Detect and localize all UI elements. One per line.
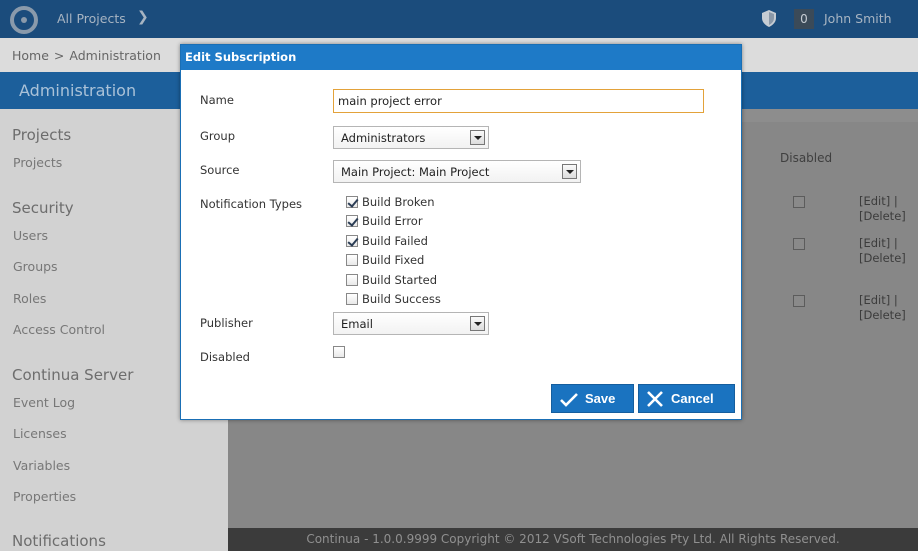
disabled-column-header: Disabled — [780, 151, 833, 165]
sidebar-item-groups[interactable]: Groups — [13, 259, 58, 274]
build-broken-checkbox[interactable] — [346, 196, 358, 208]
sidebar-item-variables[interactable]: Variables — [13, 458, 70, 473]
page-title: Administration — [19, 81, 137, 100]
source-label: Source — [200, 163, 240, 177]
build-error-checkbox[interactable] — [346, 215, 358, 227]
cancel-button-label: Cancel — [671, 391, 714, 406]
row-disabled-checkbox[interactable] — [793, 295, 805, 307]
cancel-button[interactable]: Cancel — [638, 384, 735, 413]
breadcrumb-current: Administration — [69, 48, 161, 63]
name-label: Name — [200, 93, 234, 107]
sidebar-heading-notifications: Notifications — [12, 532, 106, 550]
build-error-label: Build Error — [362, 214, 423, 228]
dialog-body: Name Group Administrators Source Main Pr… — [181, 69, 741, 419]
disabled-label: Disabled — [200, 350, 250, 364]
save-button-label: Save — [585, 391, 616, 406]
dialog-title[interactable]: Edit Subscription — [181, 45, 741, 69]
footer: Continua - 1.0.0.9999 Copyright © 2012 V… — [228, 528, 918, 551]
continua-logo-icon[interactable] — [10, 6, 38, 34]
disabled-checkbox[interactable] — [333, 346, 345, 358]
publisher-label: Publisher — [200, 316, 253, 330]
name-input[interactable] — [333, 89, 704, 113]
row-disabled-checkbox[interactable] — [793, 196, 805, 208]
source-select[interactable]: Main Project: Main Project — [333, 160, 581, 183]
source-select-value: Main Project: Main Project — [341, 165, 490, 179]
sidebar-item-users[interactable]: Users — [13, 228, 48, 243]
sidebar-item-access-control[interactable]: Access Control — [13, 322, 105, 337]
sidebar-heading-projects: Projects — [12, 126, 72, 144]
notification-types-label: Notification Types — [200, 197, 303, 211]
row-actions: [Edit] | [Delete] — [859, 194, 906, 224]
row-disabled-checkbox[interactable] — [793, 238, 805, 250]
row-edit-link[interactable]: [Edit] | — [859, 293, 906, 308]
row-delete-link[interactable]: [Delete] — [859, 251, 906, 266]
sidebar-item-roles[interactable]: Roles — [13, 291, 46, 306]
publisher-select-value: Email — [341, 317, 373, 331]
save-button[interactable]: Save — [551, 384, 634, 413]
close-icon — [647, 391, 663, 407]
sidebar-heading-continua-server: Continua Server — [12, 366, 134, 384]
edit-subscription-dialog: Edit Subscription Name Group Administrat… — [180, 44, 742, 420]
build-failed-checkbox[interactable] — [346, 235, 358, 247]
sidebar-item-licenses[interactable]: Licenses — [13, 426, 67, 441]
shield-icon[interactable] — [762, 10, 776, 27]
row-actions: [Edit] | [Delete] — [859, 236, 906, 266]
row-edit-link[interactable]: [Edit] | — [859, 236, 906, 251]
project-switcher[interactable]: All Projects — [57, 11, 126, 26]
build-broken-label: Build Broken — [362, 195, 435, 209]
sidebar-heading-security: Security — [12, 199, 74, 217]
build-failed-label: Build Failed — [362, 234, 428, 248]
user-menu[interactable]: John Smith — [824, 11, 892, 26]
chevron-down-icon[interactable]: ❯ — [137, 9, 149, 25]
row-delete-link[interactable]: [Delete] — [859, 308, 906, 323]
breadcrumb-separator: > — [53, 48, 65, 63]
sidebar-item-event-log[interactable]: Event Log — [13, 395, 75, 410]
row-actions: [Edit] | [Delete] — [859, 293, 906, 323]
publisher-select[interactable]: Email — [333, 312, 489, 335]
sidebar-item-projects[interactable]: Projects — [13, 155, 62, 170]
build-success-checkbox[interactable] — [346, 293, 358, 305]
build-started-checkbox[interactable] — [346, 274, 358, 286]
group-label: Group — [200, 129, 236, 143]
build-fixed-label: Build Fixed — [362, 253, 425, 267]
top-navigation-bar: All Projects ❯ 0 John Smith — [0, 0, 918, 38]
build-started-label: Build Started — [362, 273, 437, 287]
sidebar-item-properties[interactable]: Properties — [13, 489, 76, 504]
dropdown-arrow-icon[interactable] — [470, 130, 485, 145]
row-delete-link[interactable]: [Delete] — [859, 209, 906, 224]
build-fixed-checkbox[interactable] — [346, 254, 358, 266]
dropdown-arrow-icon[interactable] — [562, 164, 577, 179]
build-success-label: Build Success — [362, 292, 441, 306]
dropdown-arrow-icon[interactable] — [470, 316, 485, 331]
row-edit-link[interactable]: [Edit] | — [859, 194, 906, 209]
checkmark-icon — [560, 393, 578, 407]
notification-count-badge[interactable]: 0 — [794, 9, 814, 29]
group-select[interactable]: Administrators — [333, 126, 489, 149]
breadcrumb-home-link[interactable]: Home — [12, 48, 49, 63]
group-select-value: Administrators — [341, 131, 426, 145]
